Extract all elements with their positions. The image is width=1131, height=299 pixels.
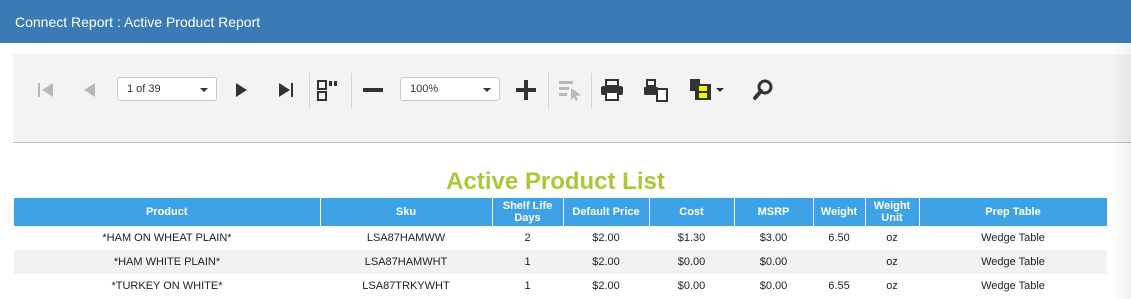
last-page-button[interactable] bbox=[271, 70, 301, 110]
table-cell: LSA87HAMWW bbox=[366, 232, 446, 244]
print-page-button[interactable] bbox=[640, 70, 672, 110]
column-header[interactable]: MSRP bbox=[734, 198, 814, 226]
print-button[interactable] bbox=[596, 70, 628, 110]
report-title: Active Product List bbox=[446, 168, 665, 195]
chevron-down-icon bbox=[483, 88, 491, 92]
scroll-shadow bbox=[1111, 43, 1131, 299]
product-table: Product Sku Shelf Life Days Default Price Co… bbox=[14, 198, 1108, 298]
column-header[interactable]: Cost bbox=[649, 198, 735, 226]
zoom-select[interactable]: 100% bbox=[400, 77, 500, 101]
search-button[interactable] bbox=[748, 70, 778, 110]
table-row: *TURKEY ON WHITE* LSA87TRKYWHT 1 $2.00 $0.00… bbox=[14, 274, 1107, 298]
report-toolbar: 1 of 39 100% bbox=[13, 54, 1131, 143]
table-cell: $2.00 bbox=[592, 232, 620, 244]
page-select-value: 1 of 39 bbox=[127, 83, 161, 95]
printer-icon bbox=[601, 79, 623, 101]
column-header[interactable]: Product bbox=[14, 198, 321, 226]
select-cursor-icon bbox=[559, 81, 581, 101]
save-icon bbox=[690, 79, 711, 100]
column-header[interactable]: Default Price bbox=[563, 198, 650, 226]
table-cell: Wedge Table bbox=[981, 280, 1045, 292]
window-titlebar: Connect Report : Active Product Report bbox=[0, 0, 1131, 43]
zoom-in-button[interactable] bbox=[511, 70, 541, 110]
table-cell: $3.00 bbox=[759, 232, 788, 244]
column-header[interactable]: Prep Table bbox=[919, 198, 1108, 226]
table-cell: $0.00 bbox=[734, 250, 813, 274]
print-page-icon bbox=[644, 79, 668, 102]
window-title: Connect Report : Active Product Report bbox=[15, 13, 261, 30]
table-cell: $0.00 bbox=[649, 250, 734, 274]
toolbar-separator bbox=[309, 73, 310, 109]
table-cell bbox=[813, 250, 865, 274]
table-cell: LSA87TRKYWHT bbox=[362, 280, 450, 292]
table-cell: 2 bbox=[524, 232, 531, 244]
table-cell: oz bbox=[865, 250, 919, 274]
last-page-icon bbox=[279, 83, 293, 97]
table-cell: LSA87HAMWHT bbox=[320, 250, 492, 274]
table-cell: $0.00 bbox=[759, 280, 788, 292]
table-row: *HAM ON WHEAT PLAIN* LSA87HAMWW 2 $2.00 $1.3… bbox=[14, 226, 1107, 250]
table-cell: Wedge Table bbox=[919, 250, 1107, 274]
table-cell: 1 bbox=[524, 280, 531, 292]
chevron-down-icon bbox=[716, 88, 724, 92]
table-cell: $1.30 bbox=[677, 232, 706, 244]
zoom-out-button[interactable] bbox=[358, 70, 388, 110]
page-select[interactable]: 1 of 39 bbox=[117, 77, 217, 101]
table-cell: *HAM ON WHEAT PLAIN* bbox=[102, 232, 232, 244]
table-cell: 6.50 bbox=[828, 232, 850, 244]
toolbar-separator bbox=[548, 73, 549, 109]
previous-page-button[interactable] bbox=[75, 70, 103, 110]
column-header[interactable]: Shelf Life Days bbox=[492, 198, 564, 226]
chevron-down-icon bbox=[200, 88, 208, 92]
table-cell: $0.00 bbox=[677, 280, 706, 292]
next-page-icon bbox=[236, 83, 247, 97]
first-page-icon bbox=[38, 83, 53, 97]
table-header-row: Product Sku Shelf Life Days Default Price Co… bbox=[14, 198, 1108, 226]
plus-icon bbox=[516, 80, 536, 100]
export-button[interactable] bbox=[684, 70, 730, 110]
table-cell: $2.00 bbox=[563, 250, 649, 274]
table-cell: *HAM WHITE PLAIN* bbox=[14, 250, 320, 274]
table-cell: $2.00 bbox=[592, 280, 620, 292]
previous-page-icon bbox=[84, 83, 95, 97]
select-tool-button[interactable] bbox=[554, 70, 586, 110]
table-row: *HAM WHITE PLAIN* LSA87HAMWHT 1 $2.00 $0.00 $… bbox=[14, 250, 1107, 274]
table-cell: Wedge Table bbox=[981, 232, 1045, 244]
toolbar-separator bbox=[351, 73, 352, 109]
toolbar-separator bbox=[591, 73, 592, 109]
first-page-button[interactable] bbox=[31, 70, 61, 110]
table-cell: oz bbox=[886, 280, 898, 292]
toggle-sidebar-button[interactable] bbox=[313, 70, 343, 110]
toggle-sidebar-icon bbox=[317, 80, 337, 101]
column-header[interactable]: Weight bbox=[813, 198, 866, 226]
next-page-button[interactable] bbox=[228, 70, 256, 110]
table-cell: oz bbox=[886, 232, 898, 244]
table-body: *HAM ON WHEAT PLAIN* LSA87HAMWW 2 $2.00 $1.3… bbox=[14, 226, 1107, 298]
table-cell: 1 bbox=[492, 250, 563, 274]
search-icon bbox=[753, 79, 773, 100]
minus-icon bbox=[363, 88, 383, 92]
column-header[interactable]: Sku bbox=[320, 198, 493, 226]
column-header[interactable]: Weight Unit bbox=[865, 198, 920, 226]
zoom-select-value: 100% bbox=[410, 83, 439, 95]
table-cell: *TURKEY ON WHITE* bbox=[111, 280, 223, 292]
table-cell: 6.55 bbox=[828, 280, 850, 292]
